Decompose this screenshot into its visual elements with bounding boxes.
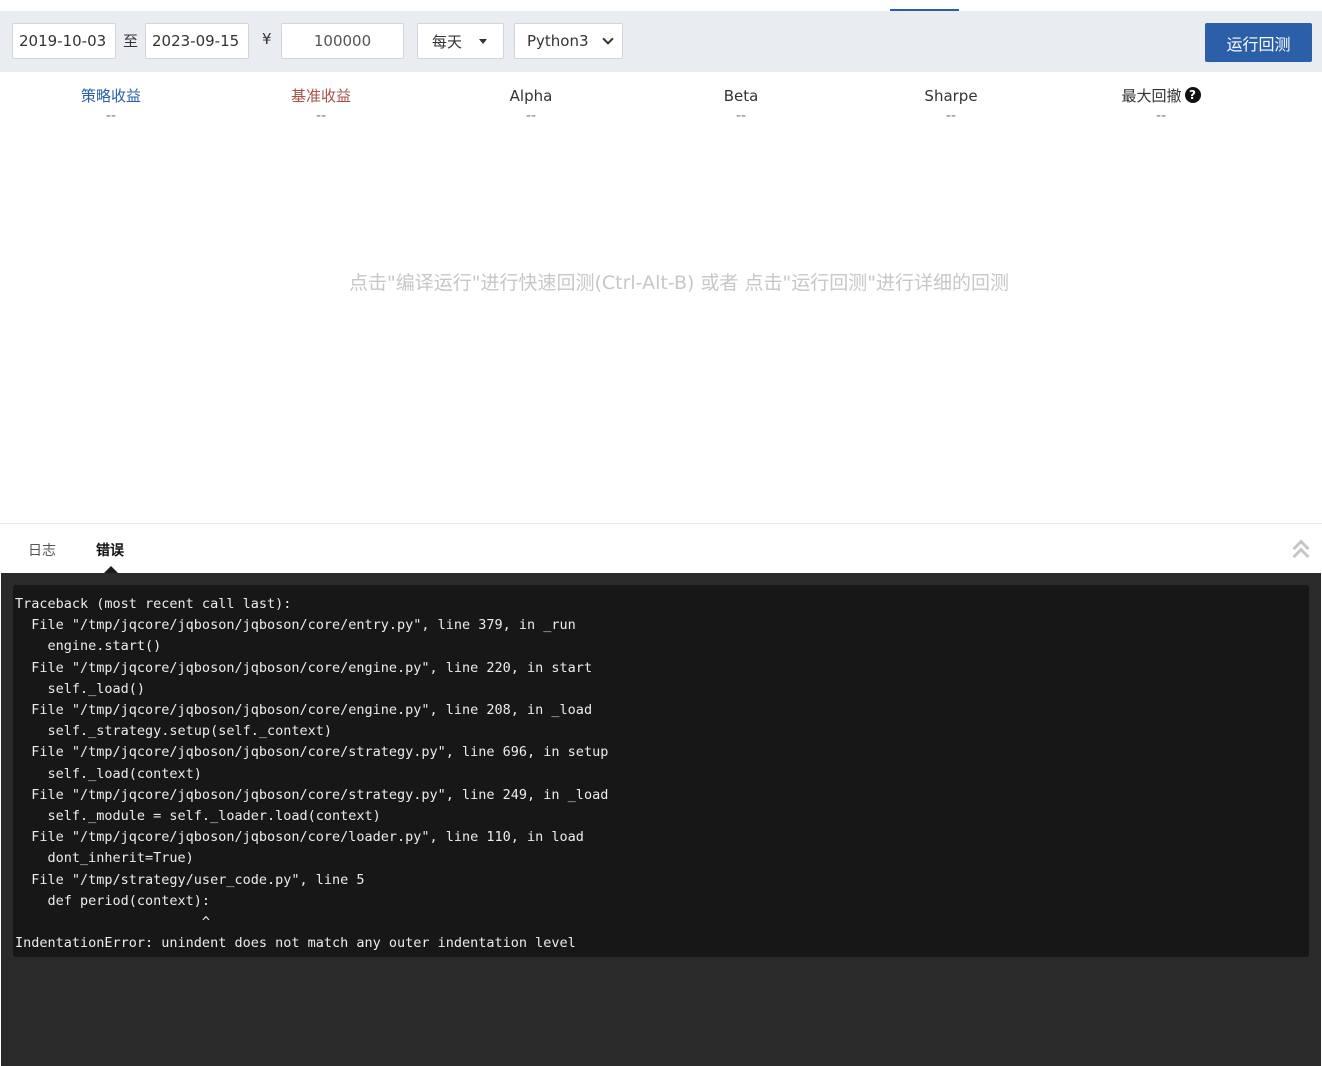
metric-label: Sharpe bbox=[924, 87, 978, 105]
tab-error[interactable]: 错误 bbox=[96, 540, 124, 560]
metric-value: -- bbox=[735, 108, 747, 124]
metric-max-drawdown: 最大回撤? -- bbox=[1056, 85, 1266, 125]
metric-label: Beta bbox=[723, 87, 759, 105]
currency-symbol: ¥ bbox=[262, 30, 272, 48]
end-date-input[interactable]: 2023-09-15 bbox=[145, 23, 249, 59]
metric-value: -- bbox=[315, 108, 327, 124]
metric-value: -- bbox=[1155, 108, 1167, 124]
frequency-value: 每天 bbox=[432, 32, 463, 51]
metric-benchmark-return: 基准收益 -- bbox=[216, 85, 426, 125]
chevron-down-icon bbox=[602, 33, 614, 45]
metric-value: -- bbox=[105, 108, 117, 124]
metric-beta: Beta -- bbox=[636, 85, 846, 125]
metric-strategy-return: 策略收益 -- bbox=[6, 85, 216, 125]
metric-alpha: Alpha -- bbox=[426, 85, 636, 125]
caret-down-icon bbox=[479, 39, 487, 44]
date-range-separator: 至 bbox=[123, 32, 139, 50]
frequency-select[interactable]: 每天 bbox=[417, 23, 504, 59]
run-backtest-button[interactable]: 运行回测 bbox=[1205, 23, 1312, 62]
active-tab-pointer bbox=[104, 566, 118, 573]
initial-capital-input[interactable]: 100000 bbox=[281, 23, 404, 59]
tab-log[interactable]: 日志 bbox=[28, 540, 56, 560]
metric-label-row: 最大回撤? bbox=[1056, 85, 1266, 107]
output-tabs-bar: 日志 错误 bbox=[0, 524, 1322, 573]
metric-sharpe: Sharpe -- bbox=[846, 85, 1056, 125]
output-console: Traceback (most recent call last): File … bbox=[1, 573, 1321, 1066]
error-traceback: Traceback (most recent call last): File … bbox=[13, 585, 1309, 957]
backtest-empty-hint: 点击"编译运行"进行快速回测(Ctrl-Alt-B) 或者 点击"运行回测"进行… bbox=[348, 272, 1010, 294]
language-select[interactable]: Python3 bbox=[514, 23, 623, 59]
start-date-input[interactable]: 2019-10-03 bbox=[12, 23, 116, 59]
metric-label: Alpha bbox=[509, 87, 553, 105]
top-tab-strip bbox=[0, 0, 1322, 11]
metric-value: -- bbox=[525, 108, 537, 124]
double-chevron-up-icon[interactable] bbox=[1292, 538, 1310, 565]
language-value: Python3 bbox=[527, 32, 589, 50]
metric-label: 最大回撤 bbox=[1121, 87, 1182, 105]
metric-value: -- bbox=[945, 108, 957, 124]
backtest-toolbar: 2019-10-03 至 2023-09-15 ¥ 100000 每天 Pyth… bbox=[0, 11, 1322, 72]
backtest-page: 2019-10-03 至 2023-09-15 ¥ 100000 每天 Pyth… bbox=[0, 0, 1322, 1066]
question-circle-icon[interactable]: ? bbox=[1184, 87, 1201, 103]
metric-label: 策略收益 bbox=[80, 87, 141, 105]
metric-label: 基准收益 bbox=[290, 87, 351, 105]
